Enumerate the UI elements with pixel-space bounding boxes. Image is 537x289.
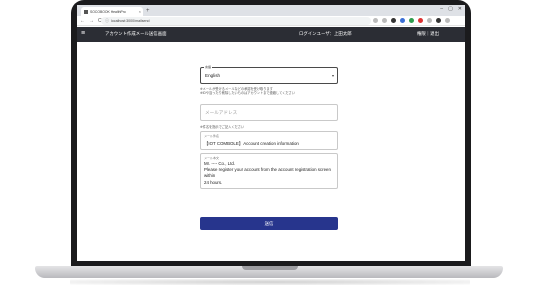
page-title: アカウント作成メール送信画面 [105,31,167,36]
subject-hint: ※件名を指示でご記入ください [200,125,245,129]
browser-address-bar: ← → C ⓘ localhost:3000/mailsend [77,16,465,26]
more-icon[interactable] [445,18,450,23]
subject-field[interactable]: メール件名 【IOT COMBOLE】Account creation info… [200,131,338,150]
extension-icons [373,18,450,23]
menu-icon[interactable]: ≡ [81,30,85,38]
language-label: 言語 [204,65,213,69]
info-icon: ⓘ [105,18,109,23]
app-header: ≡ アカウント作成メール送信画面 ログインユーザ：上田太郎 権限｜退出 [77,27,465,42]
extension-icon[interactable] [418,18,423,23]
tab-close-icon[interactable]: × [139,9,141,14]
share-icon[interactable] [382,18,387,23]
logout-link[interactable]: 権限｜退出 [417,31,439,37]
window-controls: – ▢ ✕ [440,6,462,12]
zoom-icon[interactable] [373,18,378,23]
body-field[interactable]: メール本文 Mr. ---- Co., Ltd. Please register… [200,153,338,189]
subject-label: メール件名 [204,134,220,138]
laptop-shadow [70,279,470,285]
tab-title: SOCOBOOK HealthPro [90,9,126,14]
maximize-icon[interactable]: ▢ [448,6,453,12]
email-hint: ※メールが受けるメールなどの承認を受け取ります ※IDや違ったり削除したいものは… [200,87,295,96]
profile-icon[interactable] [436,18,441,23]
puzzle-icon[interactable] [427,18,432,23]
body-label: メール本文 [204,156,220,160]
language-select[interactable]: 言語 English ▾ [200,65,338,84]
email-placeholder: メールアドレス [205,110,238,115]
url-text: localhost:3000/mailsend [111,19,150,23]
browser-tab[interactable]: SOCOBOOK HealthPro × [81,7,143,16]
browser-tab-bar: SOCOBOOK HealthPro × + – ▢ ✕ [77,5,465,16]
minimize-icon[interactable]: – [440,6,443,12]
dropdown-arrow-icon: ▾ [331,73,334,78]
email-field[interactable]: メールアドレス [200,104,338,121]
favicon-icon [84,9,88,14]
extension-icon[interactable] [391,18,396,23]
new-tab-button[interactable]: + [146,7,150,15]
url-field[interactable]: ⓘ localhost:3000/mailsend [101,17,371,25]
forward-icon[interactable]: → [89,17,94,25]
extension-icon[interactable] [409,18,414,23]
language-value: English [205,73,221,78]
nav-buttons: ← → C [80,17,102,25]
extension-icon[interactable] [400,18,405,23]
body-value: Mr. ---- Co., Ltd. Please register your … [204,161,331,185]
close-window-icon[interactable]: ✕ [458,6,462,12]
back-icon[interactable]: ← [80,17,85,25]
send-button[interactable]: 送信 [200,217,338,230]
login-user: ログインユーザ：上田太郎 [299,31,352,36]
laptop-notch [242,266,298,270]
laptop-screen: SOCOBOOK HealthPro × + – ▢ ✕ ← → C ⓘ loc… [77,5,465,261]
subject-value: 【IOT COMBOLE】Account creation informatio… [204,141,299,146]
